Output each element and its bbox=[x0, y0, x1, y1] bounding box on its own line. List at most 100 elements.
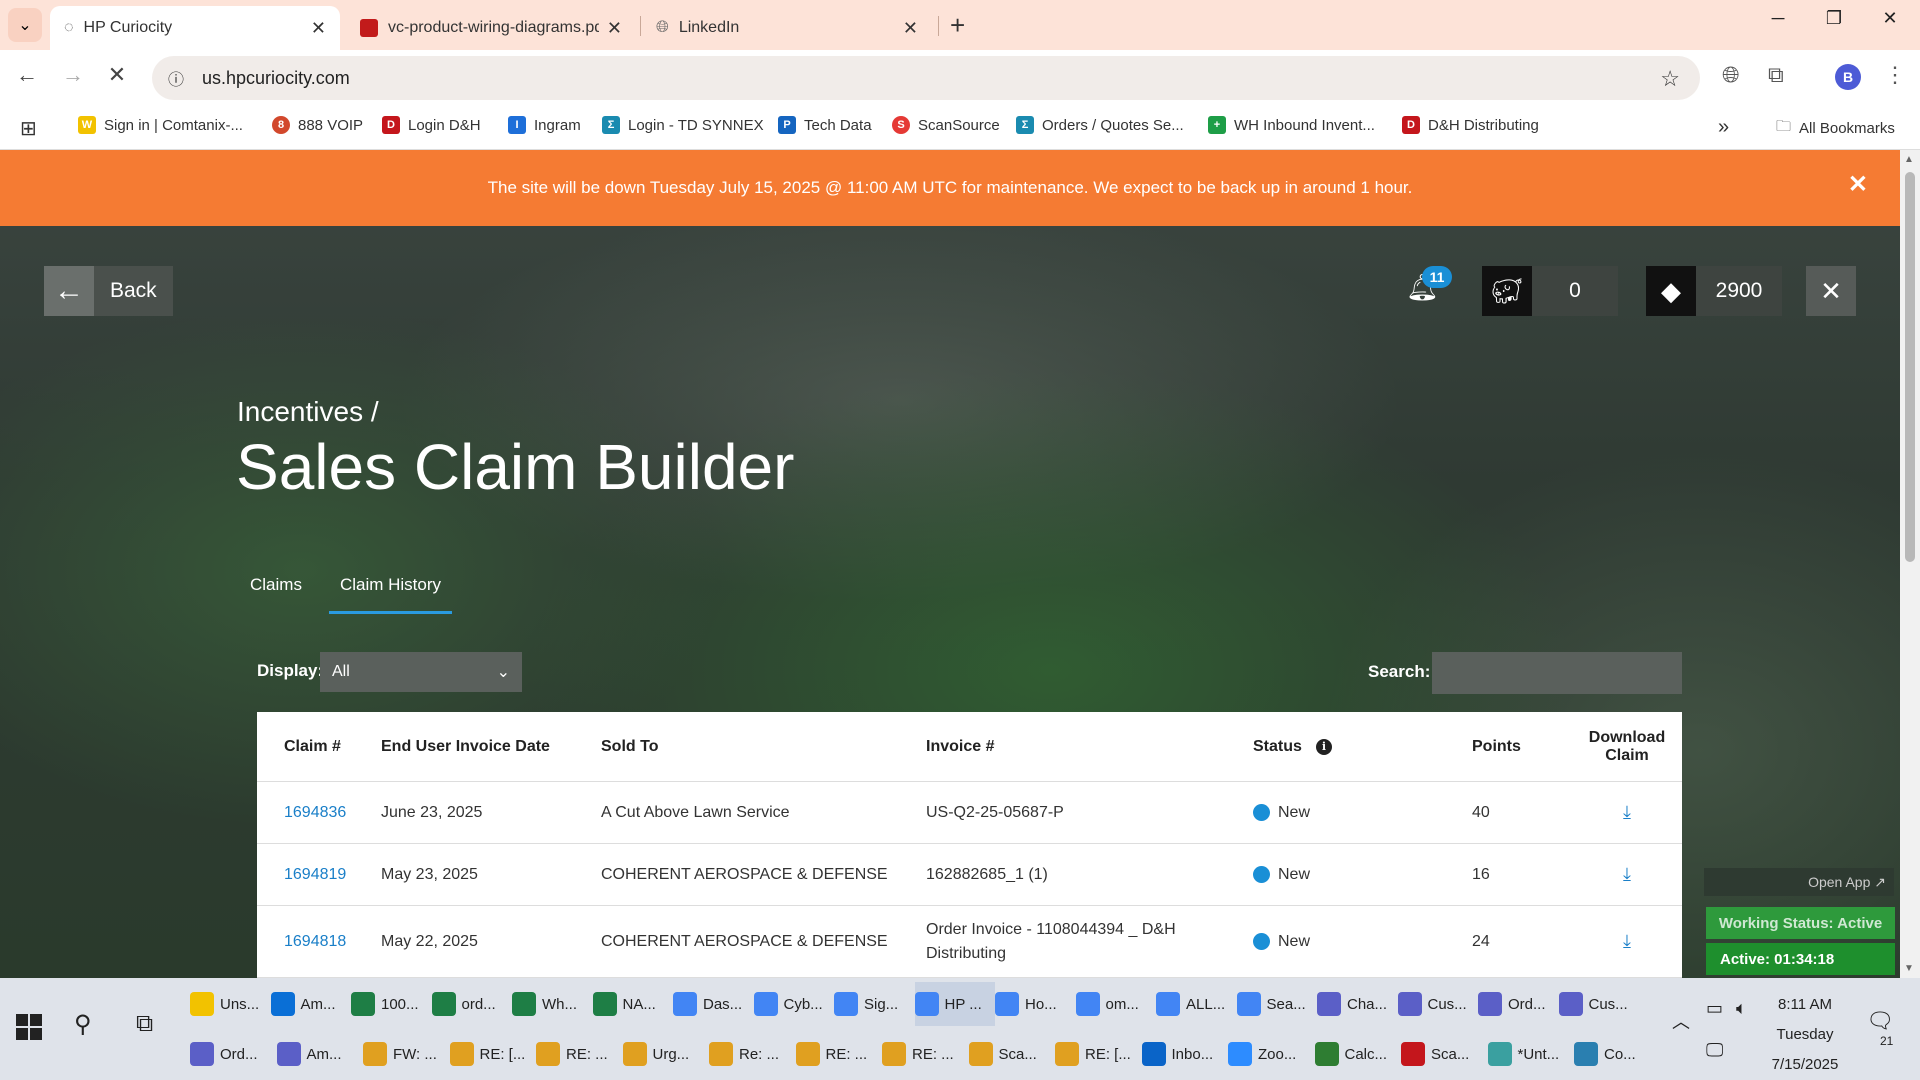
taskbar-app-button[interactable]: 100... bbox=[351, 982, 431, 1026]
taskbar-app-button[interactable]: Uns... bbox=[190, 982, 270, 1026]
stop-loading-button[interactable]: ✕ bbox=[100, 62, 134, 88]
taskbar-app-button[interactable]: ord... bbox=[431, 982, 512, 1026]
header-status[interactable]: Status i bbox=[1253, 738, 1472, 756]
apps-grid-icon[interactable]: ⊞ bbox=[20, 116, 37, 141]
menu-kebab-icon[interactable]: ⋮ bbox=[1884, 62, 1906, 88]
bookmark-orders-quotes[interactable]: Σ Orders / Quotes Se... bbox=[1016, 116, 1184, 134]
taskbar-app-button[interactable]: Cus... bbox=[1397, 982, 1478, 1026]
taskbar-app-button[interactable]: Cyb... bbox=[753, 982, 834, 1026]
bookmark-tech-data[interactable]: P Tech Data bbox=[778, 116, 872, 134]
header-claim[interactable]: Claim # bbox=[257, 738, 381, 756]
taskbar-app-button[interactable]: Co... bbox=[1574, 1032, 1654, 1076]
taskbar-app-button[interactable]: HP ... bbox=[914, 982, 995, 1026]
header-sold-to[interactable]: Sold To bbox=[601, 738, 926, 756]
claim-link[interactable]: 1694819 bbox=[284, 866, 346, 883]
new-tab-button[interactable]: + bbox=[950, 10, 965, 41]
taskbar-app-button[interactable]: RE: ... bbox=[536, 1032, 616, 1076]
bookmark-scansource[interactable]: S ScanSource bbox=[892, 116, 1000, 134]
task-view-icon[interactable]: ⧉ bbox=[136, 1010, 153, 1038]
taskbar-app-button[interactable]: RE: ... bbox=[882, 1032, 962, 1076]
scroll-up-icon[interactable]: ▲ bbox=[1904, 154, 1914, 165]
claim-link[interactable]: 1694818 bbox=[284, 933, 346, 950]
close-banner-icon[interactable]: ✕ bbox=[1848, 170, 1868, 199]
bookmark-comtanix[interactable]: W Sign in | Comtanix-... bbox=[78, 116, 243, 134]
header-points[interactable]: Points bbox=[1472, 738, 1572, 756]
info-icon[interactable]: i bbox=[1315, 738, 1332, 755]
more-bookmarks-icon[interactable]: » bbox=[1718, 116, 1729, 139]
header-invoice[interactable]: Invoice # bbox=[926, 738, 1253, 756]
taskbar-app-button[interactable]: Urg... bbox=[622, 1032, 703, 1076]
taskbar-app-button[interactable]: Am... bbox=[276, 1032, 357, 1076]
scroll-down-icon[interactable]: ▼ bbox=[1904, 963, 1914, 974]
taskbar-app-button[interactable]: om... bbox=[1075, 982, 1156, 1026]
taskbar-app-button[interactable]: Zoo... bbox=[1228, 1032, 1308, 1076]
taskbar-app-button[interactable]: Sea... bbox=[1236, 982, 1317, 1026]
taskbar-app-button[interactable]: Cha... bbox=[1317, 982, 1397, 1026]
bookmark-888-voip[interactable]: 8 888 VOIP bbox=[272, 116, 363, 134]
taskbar-app-button[interactable]: *Unt... bbox=[1487, 1032, 1568, 1076]
taskbar-app-button[interactable]: Ord... bbox=[1478, 982, 1558, 1026]
taskbar-app-button[interactable]: Ord... bbox=[190, 1032, 270, 1076]
download-icon[interactable]: ⤓ bbox=[1623, 802, 1631, 822]
tab-linkedin[interactable]: 🌐︎ LinkedIn ✕ bbox=[642, 6, 932, 50]
taskbar-app-button[interactable]: Am... bbox=[270, 982, 351, 1026]
taskbar-app-button[interactable]: Re: ... bbox=[709, 1032, 789, 1076]
scrollbar-thumb[interactable] bbox=[1905, 172, 1915, 562]
taskbar-app-button[interactable]: ALL... bbox=[1156, 982, 1236, 1026]
tab-claims[interactable]: Claims bbox=[250, 575, 302, 614]
taskbar-app-button[interactable]: RE: ... bbox=[795, 1032, 876, 1076]
bookmark-dh-distributing[interactable]: D D&H Distributing bbox=[1402, 116, 1539, 134]
tab-search-button[interactable]: ⌄ bbox=[8, 8, 42, 42]
site-info-icon[interactable]: ⓘ bbox=[168, 66, 184, 90]
bookmark-star-icon[interactable]: ☆ bbox=[1660, 66, 1680, 92]
back-nav-button[interactable]: ← bbox=[10, 62, 44, 88]
search-input[interactable] bbox=[1432, 652, 1682, 694]
taskbar-app-button[interactable]: Calc... bbox=[1314, 1032, 1395, 1076]
taskbar-app-button[interactable]: Wh... bbox=[512, 982, 592, 1026]
volume-icon[interactable]: 🔈︎ bbox=[1736, 998, 1747, 1019]
extensions-icon[interactable]: ⧉ bbox=[1768, 62, 1784, 88]
tab-wiring-diagrams[interactable]: vc-product-wiring-diagrams.pd ✕ bbox=[346, 6, 636, 50]
taskbar-app-button[interactable]: Das... bbox=[673, 982, 753, 1026]
display-select[interactable]: All ⌄ bbox=[320, 652, 522, 692]
close-tab-icon[interactable]: ✕ bbox=[607, 18, 622, 39]
taskbar-app-button[interactable]: Sca... bbox=[1401, 1032, 1481, 1076]
restore-button[interactable]: ❐ bbox=[1814, 8, 1854, 29]
close-tab-icon[interactable]: ✕ bbox=[903, 18, 918, 39]
all-bookmarks-folder[interactable]: 🗀 All Bookmarks bbox=[1776, 116, 1895, 141]
close-page-icon[interactable]: ✕ bbox=[1806, 266, 1856, 316]
download-icon[interactable]: ⤓ bbox=[1623, 931, 1631, 951]
taskbar-app-button[interactable]: RE: [... bbox=[1055, 1032, 1135, 1076]
network-icon[interactable]: 🖵︎ bbox=[1706, 1040, 1723, 1061]
page-scrollbar[interactable]: ▲ ▼ bbox=[1900, 150, 1920, 978]
taskbar-app-button[interactable]: NA... bbox=[592, 982, 673, 1026]
header-date[interactable]: End User Invoice Date bbox=[381, 738, 601, 756]
minimize-button[interactable]: ─ bbox=[1758, 8, 1798, 29]
show-hidden-icons[interactable]: ︿ bbox=[1672, 1008, 1690, 1034]
address-bar[interactable]: ⓘ us.hpcuriocity.com ☆ bbox=[152, 56, 1700, 100]
taskbar-app-button[interactable]: Sca... bbox=[968, 1032, 1049, 1076]
piggy-points-widget[interactable]: 🐖︎ 0 bbox=[1482, 266, 1618, 316]
bookmark-td-synnex[interactable]: Σ Login - TD SYNNEX bbox=[602, 116, 764, 134]
close-window-button[interactable]: ✕ bbox=[1870, 8, 1910, 29]
system-clock[interactable]: 8:11 AM Tuesday 7/15/2025 bbox=[1760, 990, 1850, 1080]
forward-nav-button[interactable]: → bbox=[56, 62, 90, 88]
bookmark-ingram[interactable]: I Ingram bbox=[508, 116, 581, 134]
profile-avatar[interactable]: B bbox=[1835, 64, 1861, 90]
taskbar-app-button[interactable]: Cus... bbox=[1558, 982, 1639, 1026]
diamond-points-widget[interactable]: ◆ 2900 bbox=[1646, 266, 1782, 316]
download-icon[interactable]: ⤓ bbox=[1623, 864, 1631, 884]
breadcrumb[interactable]: Incentives / bbox=[237, 396, 379, 428]
search-icon[interactable]: ⚲ bbox=[74, 1010, 92, 1039]
taskbar-app-button[interactable]: FW: ... bbox=[363, 1032, 443, 1076]
taskbar-app-button[interactable]: Ho... bbox=[995, 982, 1075, 1026]
claim-link[interactable]: 1694836 bbox=[284, 804, 346, 821]
taskbar-app-button[interactable]: Sig... bbox=[834, 982, 914, 1026]
bookmark-wh-inbound[interactable]: + WH Inbound Invent... bbox=[1208, 116, 1375, 134]
back-button[interactable]: ← Back bbox=[44, 266, 173, 316]
close-tab-icon[interactable]: ✕ bbox=[311, 18, 326, 39]
open-app-button[interactable]: Open App ↗ bbox=[1704, 868, 1894, 896]
notification-center-icon[interactable]: 🗨︎ bbox=[1866, 1008, 1894, 1034]
taskbar-app-button[interactable]: RE: [... bbox=[449, 1032, 530, 1076]
tab-claim-history[interactable]: Claim History bbox=[328, 575, 453, 614]
